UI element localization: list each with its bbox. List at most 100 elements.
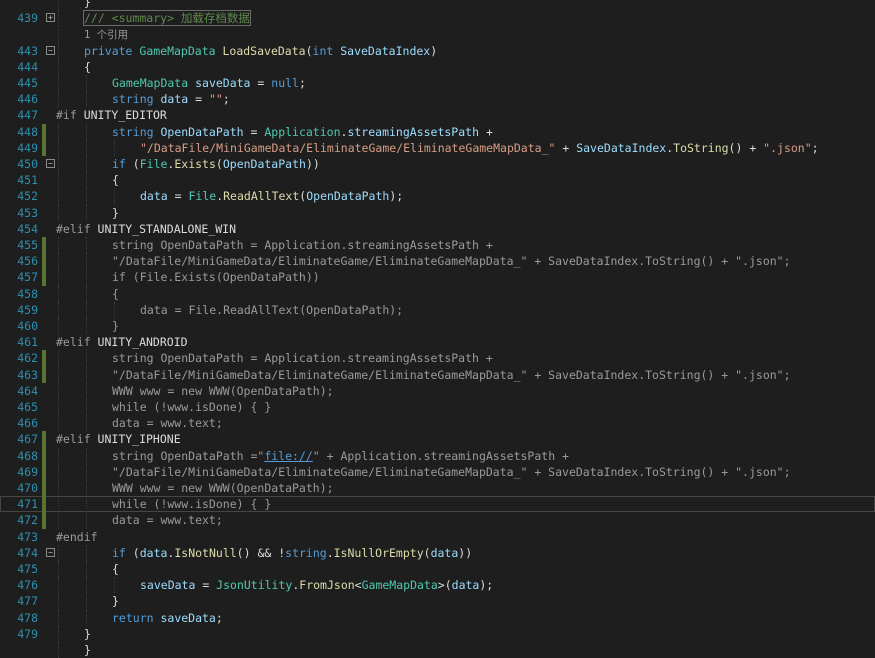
code-line[interactable]: 450− if (File.Exists(OpenDataPath)) — [0, 156, 875, 173]
code-text[interactable]: if (File.Exists(OpenDataPath)) — [112, 269, 320, 285]
code-token: while (!www.isDone) { } — [112, 497, 272, 512]
indent-guide — [114, 139, 115, 156]
code-text[interactable]: while (!www.isDone) { } — [112, 399, 271, 415]
code-text[interactable]: data = File.ReadAllText(OpenDataPath); — [140, 302, 403, 318]
code-text[interactable]: string OpenDataPath = Application.stream… — [112, 237, 493, 253]
code-text[interactable]: data = File.ReadAllText(OpenDataPath); — [140, 188, 403, 204]
code-text[interactable]: return saveData; — [112, 610, 223, 626]
collapse-icon[interactable]: − — [46, 547, 55, 557]
code-line[interactable]: 470 WWW www = new WWW(OpenDataPath); — [0, 480, 875, 497]
code-text[interactable]: { — [112, 561, 119, 577]
code-line[interactable]: 466 data = www.text; — [0, 415, 875, 432]
line-number: 452 — [17, 189, 38, 204]
code-text[interactable]: string data = ""; — [112, 91, 230, 107]
line-number: 450 — [17, 157, 38, 171]
code-text[interactable]: { — [112, 286, 119, 302]
code-text[interactable]: } — [112, 205, 119, 221]
code-text[interactable]: "/DataFile/MiniGameData/EliminateGame/El… — [112, 367, 791, 383]
code-line[interactable]: 467 #elif UNITY_IPHONE — [0, 431, 875, 448]
code-line[interactable]: 457 if (File.Exists(OpenDataPath)) — [0, 269, 875, 286]
code-line[interactable]: 477} — [0, 593, 875, 610]
code-text[interactable]: WWW www = new WWW(OpenDataPath); — [112, 383, 334, 399]
code-line[interactable]: 465 while (!www.isDone) { } — [0, 399, 875, 416]
code-token: = — [195, 578, 217, 593]
url-link[interactable]: file:// — [264, 449, 312, 463]
code-text[interactable]: "/DataFile/MiniGameData/EliminateGame/El… — [112, 464, 791, 480]
code-line[interactable]: 452 data = File.ReadAllText(OpenDataPath)… — [0, 188, 875, 205]
code-text[interactable]: } — [84, 0, 91, 10]
code-text[interactable]: /// <summary> 加载存档数据 — [83, 10, 251, 27]
code-line[interactable]: } — [0, 642, 875, 658]
code-text[interactable]: #elif UNITY_STANDALONE_WIN — [56, 221, 236, 237]
line-number: 468 — [17, 448, 38, 463]
code-text[interactable]: "/DataFile/MiniGameData/EliminateGame/El… — [112, 253, 791, 269]
code-line[interactable]: 468 string OpenDataPath ="file://" + Appl… — [0, 447, 875, 464]
code-line[interactable]: 462 string OpenDataPath = Application.str… — [0, 350, 875, 367]
code-text[interactable]: } — [112, 318, 119, 334]
code-line[interactable]: 472 data = www.text; — [0, 512, 875, 529]
code-line[interactable]: 439 + /// <summary> 加载存档数据 — [0, 10, 875, 27]
collapse-icon[interactable]: − — [46, 159, 55, 168]
code-text[interactable]: #elif UNITY_ANDROID — [56, 334, 188, 350]
code-line[interactable]: 451 { — [0, 172, 875, 189]
code-text[interactable]: { — [84, 59, 91, 75]
code-text[interactable]: #if UNITY_EDITOR — [56, 107, 167, 123]
code-text[interactable]: } — [112, 593, 119, 609]
code-text[interactable]: while (!www.isDone) { } — [112, 496, 271, 512]
code-token: null — [271, 76, 299, 90]
code-line[interactable]: 474− if (data.IsNotNull() && !string.IsNu… — [0, 544, 875, 561]
code-line[interactable]: 461 #elif UNITY_ANDROID — [0, 334, 875, 350]
code-line[interactable]: 456 "/DataFile/MiniGameData/EliminateGame… — [0, 253, 875, 270]
indent-guide — [86, 188, 87, 205]
indent-guide — [58, 26, 59, 43]
code-line[interactable]: 444 { — [0, 58, 875, 75]
code-token: Exists — [174, 157, 216, 171]
code-token[interactable]: 1 个引用 — [84, 29, 128, 41]
code-editor[interactable]: } 439 +/// <summary> 加载存档数据 1 个引用 443− privat… — [0, 0, 875, 658]
code-line[interactable]: 476 saveData = JsonUtility.FromJson<GameM… — [0, 577, 875, 594]
code-text[interactable]: string OpenDataPath = Application.stream… — [112, 124, 493, 140]
code-line[interactable]: 459 data = File.ReadAllText(OpenDataPath)… — [0, 301, 875, 318]
code-line[interactable]: 453} — [0, 204, 875, 221]
code-line[interactable]: 473 #endif — [0, 529, 875, 545]
code-text[interactable]: string OpenDataPath ="file://" + Applica… — [112, 448, 569, 464]
code-text[interactable]: "/DataFile/MiniGameData/EliminateGame/El… — [140, 140, 819, 156]
code-token: SaveDataIndex — [340, 43, 431, 58]
code-line[interactable]: 454 #elif UNITY_STANDALONE_WIN — [0, 221, 875, 237]
expand-icon[interactable]: + — [46, 13, 55, 23]
code-text[interactable]: 1 个引用 — [84, 26, 128, 43]
code-text[interactable]: data = www.text; — [112, 415, 223, 431]
code-text[interactable]: string OpenDataPath = Application.stream… — [112, 350, 493, 366]
code-line[interactable]: 446 string data = ""; — [0, 91, 875, 108]
code-line[interactable]: 469 "/DataFile/MiniGameData/EliminateGame… — [0, 463, 875, 480]
code-text[interactable]: data = www.text; — [112, 512, 223, 528]
code-text[interactable]: #elif UNITY_IPHONE — [56, 431, 181, 447]
code-line[interactable]: 449 "/DataFile/MiniGameData/EliminateGame… — [0, 139, 875, 156]
code-line[interactable]: 447 #if UNITY_EDITOR — [0, 107, 875, 123]
code-text[interactable]: { — [112, 172, 119, 188]
code-line[interactable]: 471 while (!www.isDone) { } — [0, 496, 875, 513]
code-line[interactable]: } — [0, 0, 875, 11]
code-text[interactable]: private GameMapData LoadSaveData(int Sav… — [84, 43, 437, 59]
code-line[interactable]: 475 { — [0, 561, 875, 578]
code-line[interactable]: 1 个引用 — [0, 26, 875, 43]
code-line[interactable]: 464 WWW www = new WWW(OpenDataPath); — [0, 382, 875, 399]
code-line[interactable]: 463 "/DataFile/MiniGameData/EliminateGame… — [0, 366, 875, 383]
code-text[interactable]: } — [84, 642, 91, 658]
code-text[interactable]: saveData = JsonUtility.FromJson<GameMapD… — [140, 577, 493, 593]
code-text[interactable]: #endif — [56, 529, 98, 545]
code-text[interactable]: if (File.Exists(OpenDataPath)) — [112, 156, 320, 172]
code-text[interactable]: GameMapData saveData = null; — [112, 75, 306, 91]
code-token: } — [84, 643, 91, 657]
code-line[interactable]: 445 GameMapData saveData = null; — [0, 75, 875, 92]
code-line[interactable]: 458 { — [0, 285, 875, 302]
code-line[interactable]: 460} — [0, 318, 875, 335]
code-text[interactable]: WWW www = new WWW(OpenDataPath); — [112, 480, 334, 496]
code-line[interactable]: 455 string OpenDataPath = Application.str… — [0, 237, 875, 254]
code-text[interactable]: if (data.IsNotNull() && !string.IsNullOr… — [112, 545, 472, 561]
code-line[interactable]: 443− private GameMapData LoadSaveData(int… — [0, 42, 875, 59]
indent-guide — [86, 123, 87, 140]
code-line[interactable]: 448 string OpenDataPath = Application.str… — [0, 123, 875, 140]
code-line[interactable]: 478 return saveData; — [0, 609, 875, 626]
collapse-icon[interactable]: − — [46, 45, 55, 55]
